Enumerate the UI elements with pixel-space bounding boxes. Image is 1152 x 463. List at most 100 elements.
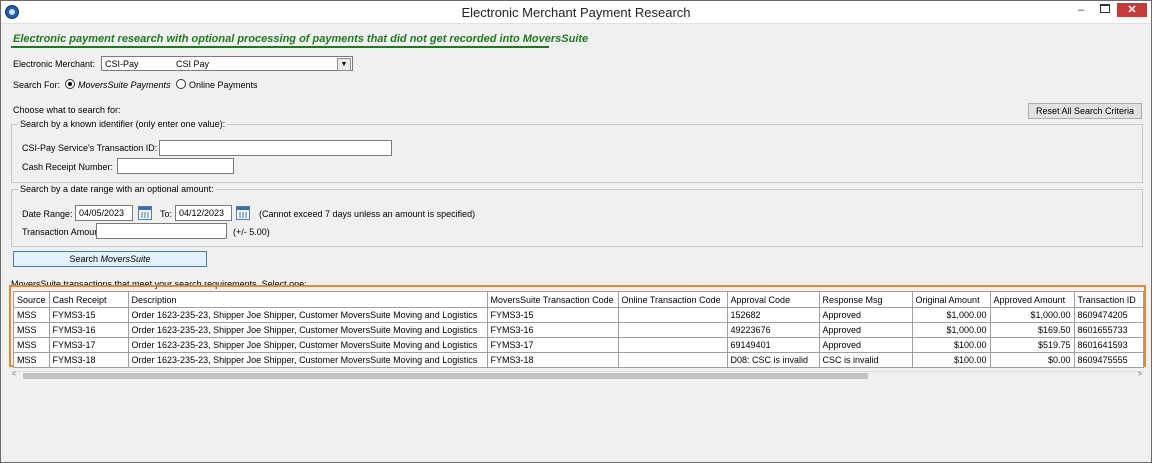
payment-research-window: Electronic Merchant Payment Research – ✕…	[0, 0, 1152, 463]
cell-approval: 69149401	[726, 337, 820, 353]
amount-tolerance-note: (+/- 5.00)	[233, 227, 270, 237]
cell-approved-amount: $1,000.00	[989, 307, 1075, 323]
column-header-original-amount[interactable]: Original Amount	[911, 291, 991, 308]
transaction-id-input[interactable]	[159, 140, 392, 156]
horizontal-scrollbar[interactable]: < >	[11, 371, 1144, 381]
page-headline: Electronic payment research with optiona…	[13, 33, 589, 45]
cell-response: Approved	[818, 307, 913, 323]
table-row[interactable]: MSS FYMS3-18 Order 1623-235-23, Shipper …	[13, 352, 1144, 368]
table-row[interactable]: MSS FYMS3-16 Order 1623-235-23, Shipper …	[13, 322, 1144, 338]
to-label: To:	[160, 209, 173, 219]
search-moverssuite-button[interactable]: Search MoversSuite	[13, 251, 207, 267]
identifier-group-title: Search by a known identifier (only enter…	[18, 119, 228, 129]
table-row[interactable]: MSS FYMS3-15 Order 1623-235-23, Shipper …	[13, 307, 1144, 323]
choose-label: Choose what to search for:	[13, 105, 121, 115]
cell-online-code	[617, 337, 728, 353]
cell-ms-code: FYMS3-16	[486, 322, 619, 338]
table-row[interactable]: MSS FYMS3-17 Order 1623-235-23, Shipper …	[13, 337, 1144, 353]
cell-transaction-id: 8601641593	[1073, 337, 1144, 353]
column-header-approval-code[interactable]: Approval Code	[726, 291, 820, 308]
cell-source: MSS	[13, 352, 50, 368]
search-button-prefix: Search	[69, 254, 101, 264]
cell-transaction-id: 8609474205	[1073, 307, 1144, 323]
date-range-group-title: Search by a date range with an optional …	[18, 184, 216, 194]
cell-online-code	[617, 352, 728, 368]
cell-approval: D08: CSC is invalid	[726, 352, 820, 368]
column-header-source[interactable]: Source	[13, 291, 50, 308]
cell-description: Order 1623-235-23, Shipper Joe Shipper, …	[127, 307, 488, 323]
column-header-response-msg[interactable]: Response Msg	[818, 291, 913, 308]
cell-approved-amount: $169.50	[989, 322, 1075, 338]
date-range-label: Date Range:	[22, 209, 73, 219]
cell-source: MSS	[13, 307, 50, 323]
cell-response: CSC is invalid	[818, 352, 913, 368]
scroll-left-icon[interactable]: <	[12, 371, 16, 378]
from-date-input[interactable]: 04/05/2023	[75, 205, 133, 221]
window-title: Electronic Merchant Payment Research	[461, 5, 691, 20]
cell-response: Approved	[818, 337, 913, 353]
reset-criteria-button[interactable]: Reset All Search Criteria	[1028, 103, 1142, 119]
to-date-input[interactable]: 04/12/2023	[175, 205, 232, 221]
column-header-description[interactable]: Description	[127, 291, 488, 308]
cell-source: MSS	[13, 322, 50, 338]
column-header-cash-receipt[interactable]: Cash Receipt	[48, 291, 129, 308]
cell-transaction-id: 8601655733	[1073, 322, 1144, 338]
minimize-button[interactable]: –	[1069, 3, 1093, 17]
column-header-transaction-id[interactable]: Transaction ID	[1073, 291, 1144, 308]
radio-moverssuite-payments[interactable]	[65, 79, 75, 89]
grid-header-row: Source Cash Receipt Description MoversSu…	[13, 291, 1144, 308]
cash-receipt-input[interactable]	[117, 158, 234, 174]
cell-cash-receipt: FYMS3-16	[48, 322, 129, 338]
title-bar: Electronic Merchant Payment Research – ✕	[1, 1, 1151, 24]
cell-ms-code: FYMS3-15	[486, 307, 619, 323]
maximize-button[interactable]	[1093, 3, 1117, 17]
scroll-right-icon[interactable]: >	[1138, 371, 1142, 378]
cell-approved-amount: $519.75	[989, 337, 1075, 353]
cell-description: Order 1623-235-23, Shipper Joe Shipper, …	[127, 352, 488, 368]
merchant-select[interactable]: CSI-Pay CSI Pay ▼	[101, 56, 353, 71]
cell-cash-receipt: FYMS3-17	[48, 337, 129, 353]
search-button-emphasis: MoversSuite	[100, 254, 151, 264]
cell-transaction-id: 8609475555	[1073, 352, 1144, 368]
cell-original-amount: $1,000.00	[911, 322, 991, 338]
date-range-note: (Cannot exceed 7 days unless an amount i…	[259, 209, 476, 219]
cell-original-amount: $1,000.00	[911, 307, 991, 323]
cell-source: MSS	[13, 337, 50, 353]
radio-online-payments[interactable]	[176, 79, 186, 89]
cell-original-amount: $100.00	[911, 352, 991, 368]
transaction-amount-label: Transaction Amount:	[22, 227, 105, 237]
merchant-label: Electronic Merchant:	[13, 59, 96, 69]
transaction-id-label: CSI-Pay Service's Transaction ID:	[22, 143, 158, 153]
calendar-icon[interactable]	[138, 206, 152, 220]
scrollbar-thumb[interactable]	[23, 373, 868, 379]
merchant-name: CSI Pay	[176, 59, 210, 69]
calendar-icon[interactable]	[236, 206, 250, 220]
close-button[interactable]: ✕	[1117, 3, 1147, 17]
cell-cash-receipt: FYMS3-15	[48, 307, 129, 323]
search-for-label: Search For:	[13, 80, 61, 90]
cell-online-code	[617, 322, 728, 338]
identifier-group: Search by a known identifier (only enter…	[11, 119, 1143, 183]
cell-approved-amount: $0.00	[989, 352, 1075, 368]
cell-ms-code: FYMS3-17	[486, 337, 619, 353]
column-header-online-transaction-code[interactable]: Online Transaction Code	[617, 291, 728, 308]
radio-online-label[interactable]: Online Payments	[189, 80, 258, 90]
column-header-approved-amount[interactable]: Approved Amount	[989, 291, 1075, 308]
maximize-icon	[1100, 4, 1110, 13]
date-range-group: Search by a date range with an optional …	[11, 184, 1143, 247]
cell-cash-receipt: FYMS3-18	[48, 352, 129, 368]
radio-moverssuite-label[interactable]: MoversSuite Payments	[78, 80, 171, 90]
column-header-ms-transaction-code[interactable]: MoversSuite Transaction Code	[486, 291, 619, 308]
cell-approval: 152682	[726, 307, 820, 323]
merchant-code: CSI-Pay	[105, 59, 139, 69]
cell-online-code	[617, 307, 728, 323]
cash-receipt-label: Cash Receipt Number:	[22, 162, 114, 172]
cell-original-amount: $100.00	[911, 337, 991, 353]
cell-ms-code: FYMS3-18	[486, 352, 619, 368]
cell-approval: 49223676	[726, 322, 820, 338]
cell-description: Order 1623-235-23, Shipper Joe Shipper, …	[127, 337, 488, 353]
chevron-down-icon[interactable]: ▼	[337, 58, 351, 71]
transaction-amount-input[interactable]	[96, 223, 227, 239]
headline-underline	[11, 46, 549, 48]
results-grid[interactable]: Source Cash Receipt Description MoversSu…	[13, 291, 1144, 368]
